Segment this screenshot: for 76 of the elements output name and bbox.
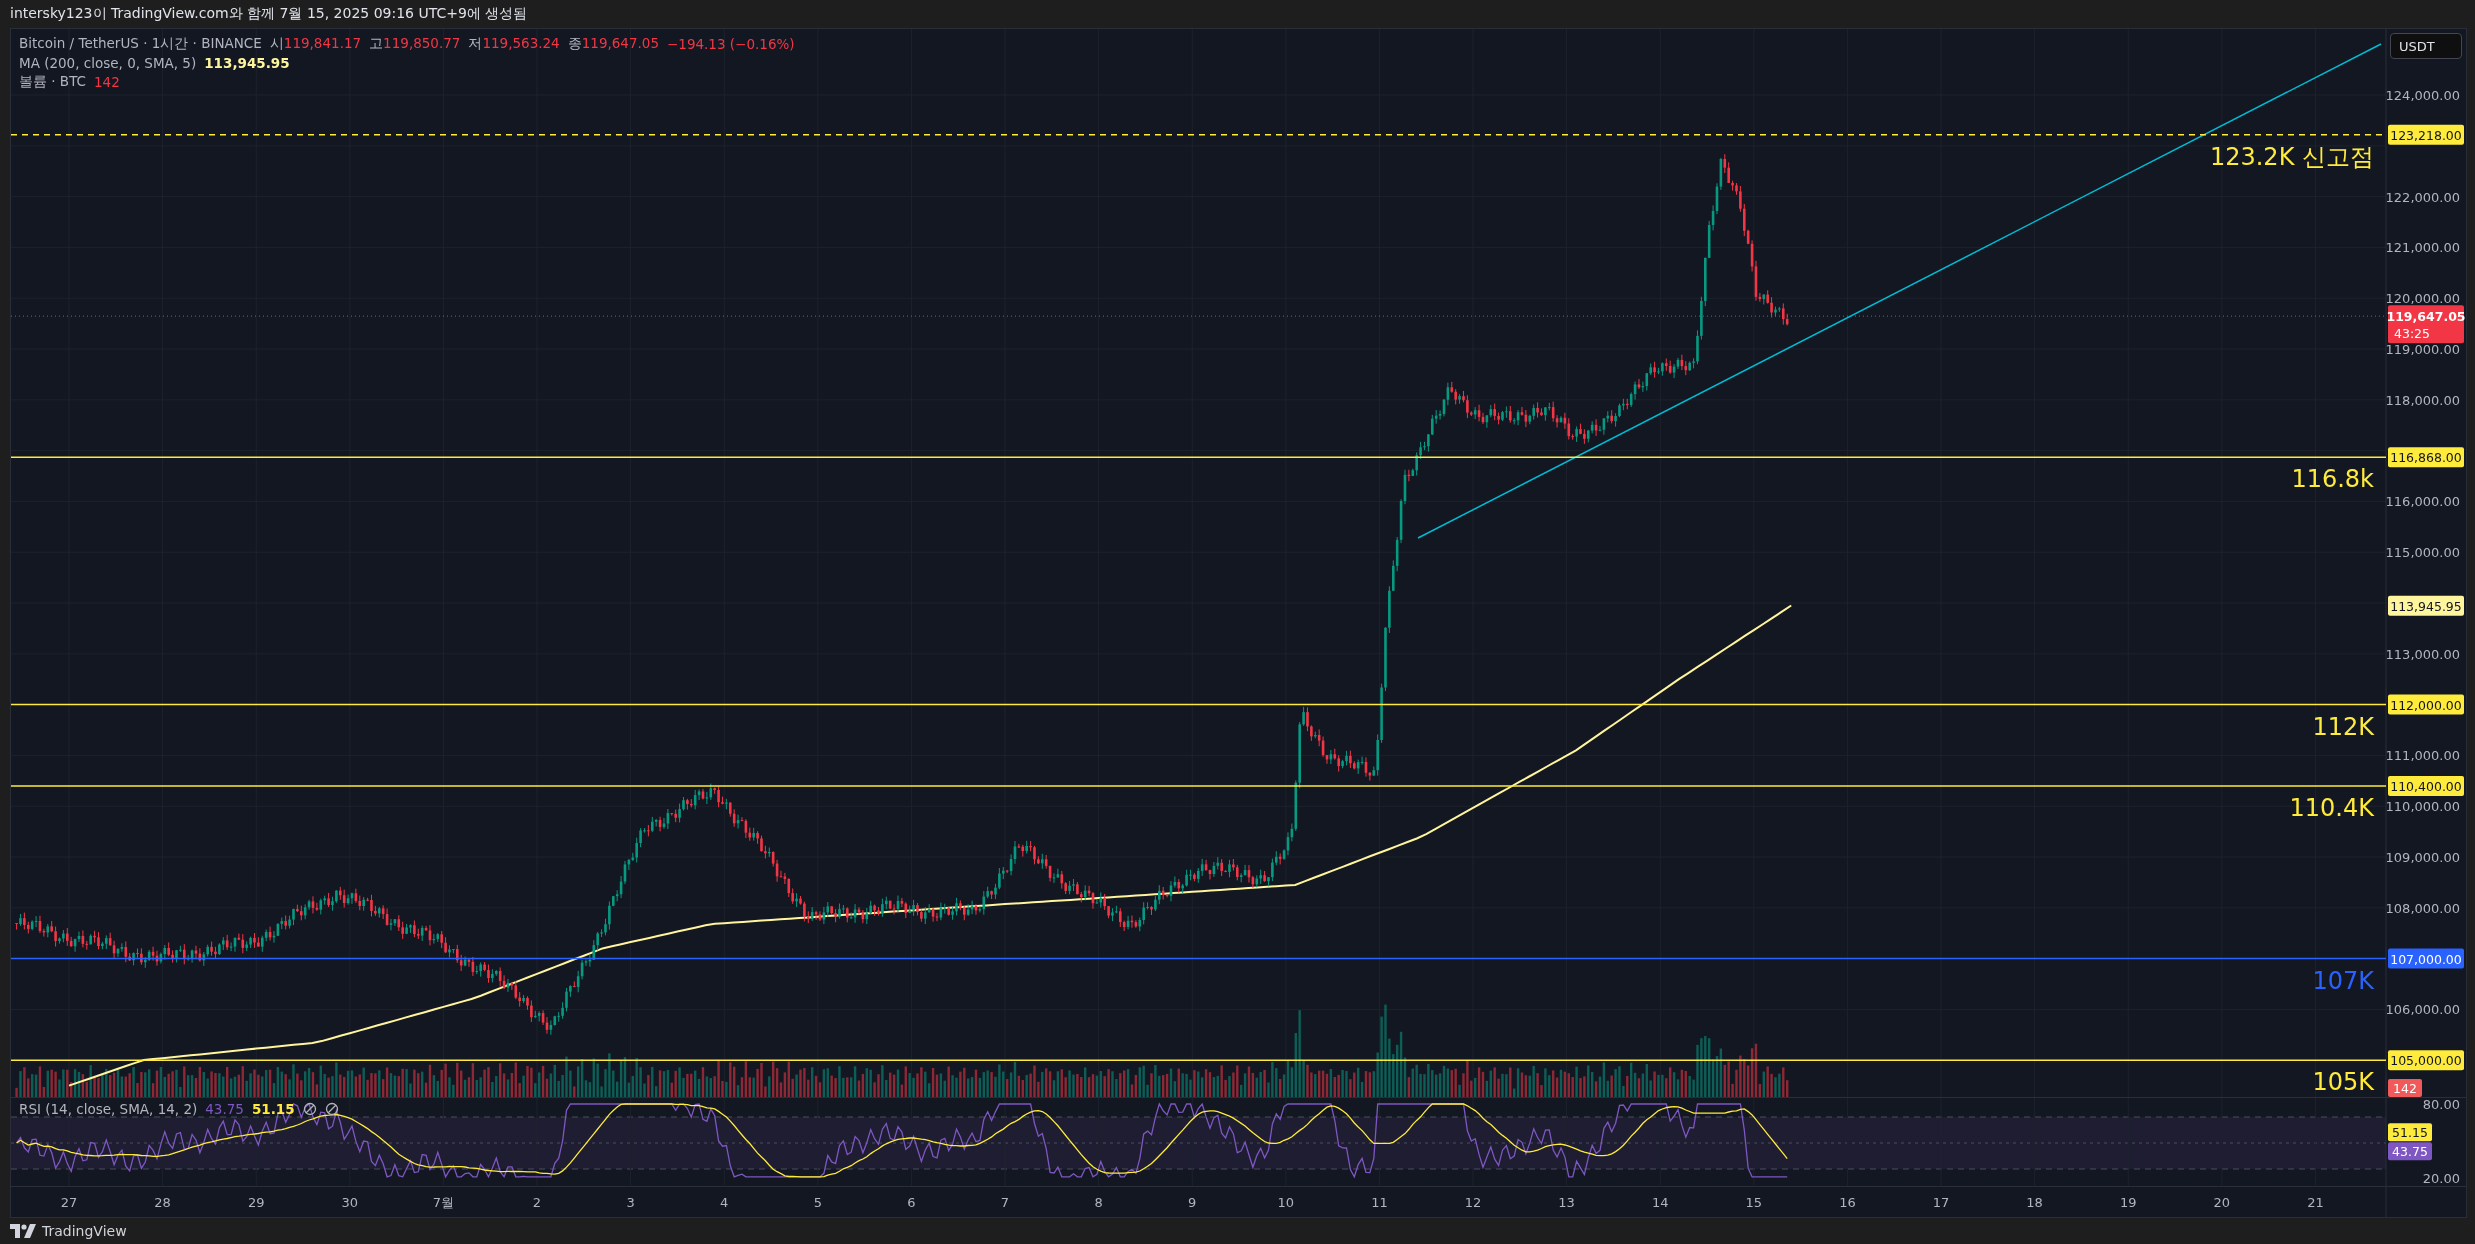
ma-value: 113,945.95 (204, 55, 290, 71)
level-label: 110.4K (2289, 793, 2374, 822)
logo-icon (10, 1224, 36, 1238)
level-label: 107K (2312, 966, 2374, 995)
ma-price-tag: 113,945.95 (2388, 595, 2464, 616)
time-tick: 4 (720, 1195, 729, 1210)
rsi-value: 43.75 (205, 1101, 244, 1117)
price-tick: 113,000.00 (2385, 646, 2460, 662)
ohlc-value: 저 119,563.24 (468, 35, 560, 53)
price-tick: 121,000.00 (2385, 240, 2460, 256)
rsi-tick: 20.00 (2422, 1171, 2460, 1186)
price-tick: 109,000.00 (2385, 850, 2460, 865)
price-tick: 120,000.00 (2385, 291, 2460, 307)
price-tick: 106,000.00 (2385, 1002, 2460, 1018)
time-tick: 9 (1188, 1195, 1197, 1210)
time-tick: 18 (2026, 1195, 2043, 1210)
time-tick: 8 (1094, 1195, 1103, 1210)
chart-caption: intersky123이 TradingView.com와 함께 7월 15, 2025 09:16 UTC+9에 생성됨 (10, 5, 528, 23)
price-tag: 123,218.00 (2388, 124, 2464, 145)
price-tick: 111,000.00 (2385, 748, 2460, 764)
time-tick: 3 (626, 1195, 635, 1210)
time-tick: 30 (341, 1195, 359, 1210)
currency-button[interactable]: USDT (2390, 33, 2462, 59)
volume-value: 142 (94, 74, 120, 90)
time-tick: 6 (907, 1195, 916, 1210)
price-tick: 119,000.00 (2385, 342, 2460, 357)
time-tick: 7 (1000, 1195, 1010, 1210)
level-label: 116.8k (2291, 465, 2374, 494)
price-tick: 116,000.00 (2385, 494, 2460, 510)
indicator-label: RSI (14, close, SMA, 14, 2) (19, 1101, 198, 1117)
time-tick: 28 (154, 1195, 171, 1210)
time-tick: 14 (1651, 1195, 1669, 1210)
time-tick: 11 (1371, 1195, 1388, 1210)
time-tick: 16 (1839, 1195, 1856, 1210)
time-tick: 13 (1558, 1195, 1575, 1210)
rsi-signal-tag: 51.15 (2388, 1123, 2432, 1142)
time-tick: 27 (60, 1195, 78, 1210)
brand-name: TradingView (42, 1223, 127, 1239)
symbol-label: Bitcoin / TetherUS · 1시간 · BINANCE (19, 35, 262, 53)
ohlc-value: 종119,647.05 (567, 35, 659, 53)
time-tick: 21 (2307, 1195, 2324, 1210)
price-tag: 107,000.00 (2388, 948, 2464, 969)
ohlc-value: 고119,850.77 (369, 35, 461, 53)
price-tick: 108,000.00 (2385, 900, 2460, 916)
hidden-icon[interactable] (302, 1102, 317, 1116)
time-tick: 17 (1932, 1195, 1950, 1210)
time-tick: 15 (1745, 1195, 1763, 1210)
rsi-tick: 80.00 (2422, 1098, 2460, 1112)
level-label: 105K (2312, 1068, 2374, 1097)
rsi-signal-value: 51.15 (251, 1101, 295, 1117)
time-tick: 19 (2119, 1195, 2137, 1210)
price-tick: 124,000.00 (2385, 88, 2460, 103)
price-tick: 110,000.00 (2385, 799, 2460, 815)
price-tick: 122,000.00 (2385, 189, 2460, 205)
price-tick: 118,000.00 (2385, 392, 2460, 408)
time-tick: 10 (1277, 1195, 1295, 1210)
time-tick: 5 (813, 1195, 822, 1210)
time-tick: 12 (1464, 1195, 1482, 1210)
time-tick: 20 (2213, 1195, 2231, 1210)
price-tick: 115,000.00 (2385, 545, 2460, 561)
indicator-label: MA (200, close, 0, SMA, 5) (19, 55, 197, 71)
price-tag: 116,868.00 (2388, 447, 2464, 468)
rsi-value-tag: 43.75 (2388, 1142, 2432, 1161)
time-tick: 7월 (432, 1195, 455, 1210)
time-tick: 2 (532, 1195, 542, 1210)
indicator-label: 볼륨 · BTC (19, 73, 87, 91)
price-tag: 110,400.00 (2388, 775, 2464, 796)
price-tag: 112,000.00 (2388, 694, 2464, 715)
price-tag: 105,000.00 (2388, 1050, 2464, 1071)
ohlc-value: 시 119,841.17 (269, 35, 362, 53)
level-label: 112K (2312, 712, 2374, 741)
hidden-icon[interactable] (324, 1102, 339, 1116)
change-value: −194.13 (−0.16%) (667, 36, 795, 52)
level-label: 123.2K 신고점 (2209, 142, 2374, 171)
time-tick: 29 (247, 1195, 265, 1210)
volume-tag: 142 (2388, 1079, 2422, 1097)
